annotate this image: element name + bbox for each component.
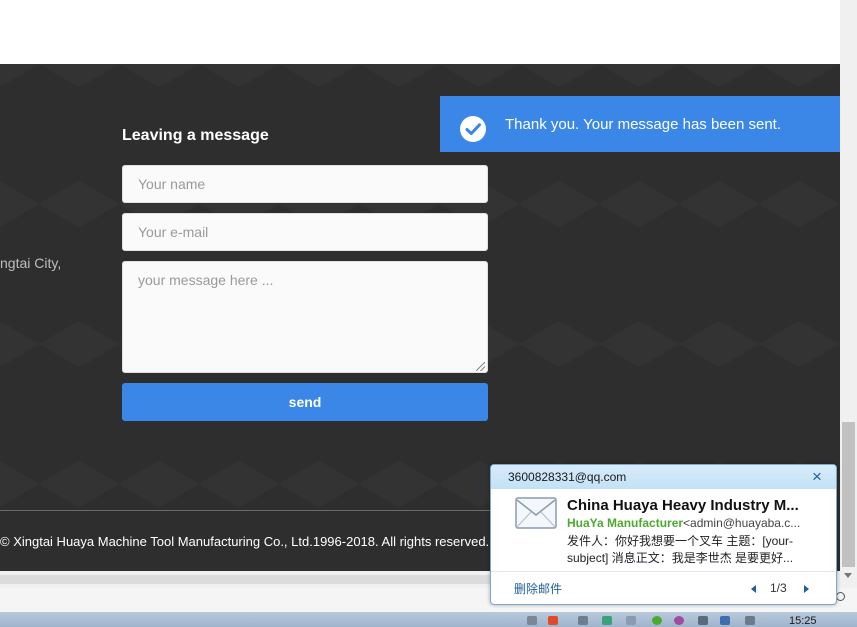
mail-sender-email: <admin@huayaba.c... [683, 516, 801, 530]
horizontal-scrollbar-thumb[interactable] [0, 575, 520, 584]
page-top-area [0, 0, 840, 64]
bluetooth-icon[interactable] [720, 616, 730, 625]
message-textarea[interactable] [122, 261, 488, 373]
mail-sender-name: HuaYa Manufacturer [567, 516, 684, 530]
taskbar: 15:25 [0, 612, 857, 627]
close-icon[interactable]: × [812, 467, 822, 487]
scroll-down-arrow-icon[interactable] [844, 573, 852, 578]
send-button[interactable]: send [122, 383, 488, 421]
footer-divider [0, 510, 490, 511]
pen-icon[interactable] [578, 616, 588, 625]
email-input[interactable] [122, 213, 488, 251]
footer-address-fragment: ngtai City, [0, 255, 62, 271]
scrollbar-thumb[interactable] [842, 422, 855, 567]
resize-grip-icon[interactable] [476, 362, 485, 371]
mail-subject[interactable]: China Huaya Heavy Industry M... [567, 497, 822, 514]
keyboard-icon[interactable] [527, 616, 537, 625]
chat-icon[interactable] [674, 616, 684, 625]
previous-arrow-icon[interactable] [751, 585, 756, 593]
check-circle-icon [460, 116, 486, 142]
copyright-text: © Xingtai Huaya Machine Tool Manufacturi… [0, 534, 490, 549]
vertical-scrollbar[interactable] [840, 0, 857, 588]
volume-icon[interactable] [698, 616, 708, 625]
mail-notification-popup[interactable]: 3600828331@qq.com × China Huaya Heavy In… [490, 464, 837, 605]
popup-footer: 删除邮件 1/3 [491, 571, 836, 604]
app-tray-icon[interactable] [548, 616, 558, 625]
contact-form-title: Leaving a message [122, 127, 269, 144]
toast-message: Thank you. Your message has been sent. [505, 116, 782, 133]
success-toast: Thank you. Your message has been sent. [440, 96, 840, 152]
zoom-icon[interactable] [836, 592, 845, 601]
mail-pager: 1/3 [770, 581, 787, 595]
delete-mail-link[interactable]: 删除邮件 [514, 580, 562, 597]
security-icon[interactable] [652, 616, 662, 625]
battery-icon[interactable] [745, 616, 755, 625]
mail-sender: HuaYa Manufacturer<admin@huayaba.c... [567, 516, 823, 530]
next-arrow-icon[interactable] [804, 585, 809, 593]
name-input[interactable] [122, 165, 488, 203]
mail-envelope-icon [515, 497, 557, 529]
mail-preview[interactable]: 发件人：你好我想要一个叉车 主题：[your-subject] 消息正文：我是李… [567, 533, 812, 567]
mail-account: 3600828331@qq.com [508, 470, 627, 484]
popup-header: 3600828331@qq.com × [491, 465, 836, 489]
display-icon[interactable] [626, 616, 636, 625]
network-icon[interactable] [602, 616, 612, 625]
taskbar-clock[interactable]: 15:25 [789, 615, 817, 627]
